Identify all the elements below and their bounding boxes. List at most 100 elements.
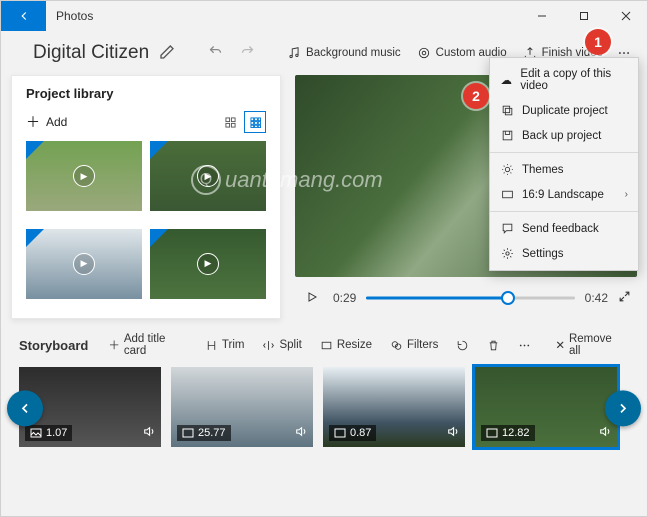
add-title-card-button[interactable]: ＋Add title card [102, 333, 193, 357]
menu-feedback[interactable]: Send feedback [490, 211, 638, 241]
resize-icon [320, 339, 333, 352]
clip-duration: 1.07 [46, 427, 67, 439]
video-icon [334, 428, 346, 438]
play-icon: ▶ [197, 165, 219, 187]
plus-icon: ＋ [26, 112, 40, 132]
menu-sync[interactable]: ☁ Edit a copy of this video [490, 62, 638, 98]
trash-icon [487, 339, 500, 352]
save-icon [500, 129, 514, 142]
resize-label: Resize [337, 339, 372, 351]
expand-icon [618, 290, 631, 303]
grid-small-icon [225, 117, 236, 128]
video-icon [486, 428, 498, 438]
play-icon: ▶ [197, 253, 219, 275]
remove-all-button[interactable]: ✕ Remove all [549, 333, 629, 357]
storyboard-next-button[interactable] [605, 390, 641, 426]
library-thumb[interactable]: ▶ [150, 229, 266, 299]
add-media-button[interactable]: ＋ Add [26, 112, 67, 132]
redo-button[interactable] [235, 44, 259, 62]
menu-feedback-label: Send feedback [522, 223, 599, 235]
storyboard-clip[interactable]: 25.77 [171, 367, 313, 447]
music-icon [287, 46, 301, 60]
menu-duplicate[interactable]: Duplicate project [490, 98, 638, 123]
player-controls: 0:29 0:42 [295, 277, 637, 319]
menu-sync-label: Edit a copy of this video [520, 68, 628, 92]
library-thumb[interactable]: ▶ [26, 141, 142, 211]
background-music-button[interactable]: Background music [279, 46, 409, 60]
fullscreen-button[interactable] [618, 290, 631, 306]
storyboard-strip: 1.07 25.77 0.87 12.82 [1, 365, 647, 459]
play-icon: ▶ [73, 165, 95, 187]
rotate-icon [456, 339, 469, 352]
menu-themes[interactable]: Themes [490, 152, 638, 182]
play-button[interactable] [301, 291, 323, 306]
bg-music-label: Background music [306, 47, 401, 59]
back-button[interactable] [1, 1, 46, 31]
more-menu: ☁ Edit a copy of this video Duplicate pro… [489, 57, 639, 271]
view-grid-button[interactable] [244, 111, 266, 133]
app-title: Photos [46, 9, 521, 23]
library-thumb[interactable]: ▶ [150, 141, 266, 211]
menu-backup-label: Back up project [522, 130, 601, 142]
add-label: Add [46, 115, 67, 129]
minimize-button[interactable] [521, 1, 563, 31]
remove-all-label: Remove all [569, 333, 623, 357]
menu-themes-label: Themes [522, 164, 564, 176]
grid-large-icon [250, 117, 261, 128]
library-thumb[interactable]: ▶ [26, 229, 142, 299]
redo-icon [240, 44, 255, 59]
resize-button[interactable]: Resize [314, 339, 378, 352]
seek-slider[interactable] [366, 286, 574, 310]
storyboard-more-button[interactable] [512, 339, 537, 352]
gear-icon [500, 247, 514, 260]
storyboard-clip[interactable]: 0.87 [323, 367, 465, 447]
image-icon [30, 428, 42, 438]
undo-icon [208, 44, 223, 59]
play-icon [306, 291, 318, 303]
close-button[interactable] [605, 1, 647, 31]
chevron-left-icon [17, 400, 33, 416]
filters-button[interactable]: Filters [384, 339, 444, 352]
clip-duration: 12.82 [502, 427, 530, 439]
rename-button[interactable] [159, 44, 175, 63]
current-time: 0:29 [333, 291, 356, 305]
aspect-icon [500, 188, 514, 201]
menu-backup[interactable]: Back up project [490, 123, 638, 148]
themes-icon [500, 163, 514, 176]
audio-icon [417, 46, 431, 60]
play-icon: ▶ [73, 253, 95, 275]
split-icon [262, 339, 275, 352]
menu-duplicate-label: Duplicate project [522, 105, 608, 117]
sound-icon [294, 425, 307, 441]
close-icon: ✕ [555, 338, 565, 352]
storyboard-prev-button[interactable] [7, 390, 43, 426]
trim-label: Trim [222, 339, 245, 351]
rotate-button[interactable] [450, 339, 475, 352]
title-bar: Photos [1, 1, 647, 31]
trim-icon [205, 339, 218, 352]
split-button[interactable]: Split [256, 339, 307, 352]
annotation-badge: 2 [463, 83, 489, 109]
chevron-right-icon [615, 400, 631, 416]
undo-button[interactable] [203, 44, 227, 62]
pencil-icon [159, 44, 175, 60]
view-list-button[interactable] [219, 111, 241, 133]
plus-icon: ＋ [108, 337, 120, 353]
trim-button[interactable]: Trim [199, 339, 251, 352]
storyboard-clip[interactable]: 12.82 [475, 367, 617, 447]
storyboard-toolbar: Storyboard ＋Add title card Trim Split Re… [1, 325, 647, 365]
menu-settings-label: Settings [522, 248, 564, 260]
split-label: Split [279, 339, 301, 351]
cloud-icon: ☁ [500, 73, 512, 87]
chevron-right-icon: › [625, 189, 628, 200]
menu-aspect[interactable]: 16:9 Landscape› [490, 182, 638, 207]
arrow-left-icon [17, 9, 31, 23]
menu-settings[interactable]: Settings [490, 241, 638, 266]
sound-icon [142, 425, 155, 441]
maximize-button[interactable] [563, 1, 605, 31]
project-library-panel: Project library ＋ Add ▶ ▶ ▶ ▶ [11, 75, 281, 319]
project-name: Digital Citizen [11, 42, 159, 64]
delete-button[interactable] [481, 339, 506, 352]
library-title: Project library [12, 76, 280, 105]
storyboard-title: Storyboard [19, 338, 96, 353]
